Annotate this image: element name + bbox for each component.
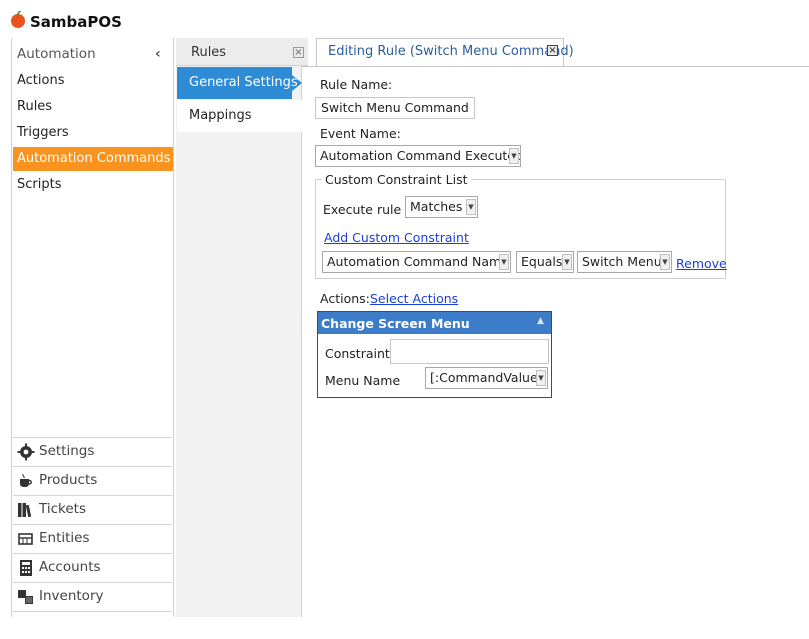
chevron-down-icon: ▼: [536, 370, 546, 386]
chevron-down-icon: ▼: [499, 254, 509, 270]
calculator-icon: [20, 560, 32, 576]
chevron-down-icon: ▼: [466, 199, 476, 215]
rules-tab-label: Rules: [191, 45, 227, 60]
general-settings-label: General Settings: [189, 75, 298, 90]
event-name-value: Automation Command Executed: [320, 148, 521, 163]
execute-rule-value: Matches: [410, 199, 463, 214]
nav-item-automation-commands[interactable]: Automation Commands: [13, 147, 173, 171]
constraint-operator-select[interactable]: Equals ▼: [516, 251, 574, 273]
select-actions-link[interactable]: Select Actions: [370, 291, 458, 306]
tab-strip-border: [302, 66, 809, 67]
nav-item-triggers[interactable]: Triggers: [13, 121, 173, 145]
remove-constraint-link[interactable]: Remove: [676, 256, 727, 271]
collapse-up-icon[interactable]: ▲: [537, 316, 544, 326]
module-inventory[interactable]: Inventory: [13, 582, 172, 610]
constraint-field-select[interactable]: Automation Command Name ▼: [322, 251, 511, 273]
module-label: Accounts: [39, 559, 101, 575]
menu-name-value: [:CommandValue]: [430, 370, 543, 385]
collapse-chevron-icon[interactable]: ‹: [155, 46, 165, 62]
menu-name-select[interactable]: [:CommandValue] ▼: [425, 367, 548, 389]
module-accounts[interactable]: Accounts: [13, 553, 172, 581]
module-entities[interactable]: Entities: [13, 524, 172, 552]
constraint-field-value: Automation Command Name: [327, 254, 509, 269]
module-label: Entities: [39, 530, 90, 546]
action-card-title: Change Screen Menu: [321, 316, 470, 331]
constraint-value-select[interactable]: Switch Menu ▼: [577, 251, 672, 273]
module-divider: [13, 611, 172, 639]
event-name-label: Event Name:: [320, 126, 401, 141]
actions-label: Actions:: [320, 291, 370, 306]
chevron-down-icon: ▼: [509, 148, 519, 164]
module-settings[interactable]: Settings: [13, 437, 172, 465]
event-name-select[interactable]: Automation Command Executed ▼: [315, 145, 521, 167]
action-constraint-label: Constraint:: [325, 346, 395, 361]
chevron-down-icon: ▼: [660, 254, 670, 270]
execute-rule-select[interactable]: Matches ▼: [405, 196, 478, 218]
add-custom-constraint-link[interactable]: Add Custom Constraint: [324, 230, 469, 245]
nav-item-scripts[interactable]: Scripts: [13, 173, 173, 197]
module-label: Settings: [39, 443, 95, 459]
boxes-icon: [18, 590, 33, 604]
gear-icon: [17, 443, 35, 461]
sambapos-logo-icon: [11, 11, 25, 28]
app-name: SambaPOS: [30, 13, 122, 31]
custom-constraint-list-title: Custom Constraint List: [322, 172, 471, 187]
books-icon: [18, 503, 32, 518]
constraint-operator-value: Equals: [521, 254, 563, 269]
module-products[interactable]: Products: [13, 466, 172, 494]
editing-rule-tab-label: Editing Rule (Switch Menu Command): [328, 44, 574, 59]
close-rules-tab-icon[interactable]: ×: [293, 47, 304, 58]
menu-name-label: Menu Name: [325, 373, 401, 388]
rule-name-input[interactable]: Switch Menu Command: [315, 97, 475, 119]
module-tickets[interactable]: Tickets: [13, 495, 172, 523]
chevron-down-icon: ▼: [562, 254, 572, 270]
module-label: Products: [39, 472, 98, 488]
rule-name-label: Rule Name:: [320, 77, 393, 92]
mappings-label: Mappings: [189, 108, 252, 123]
nav-section-title: Automation: [17, 46, 96, 62]
execute-rule-label: Execute rule if: [323, 202, 414, 217]
nav-item-actions[interactable]: Actions: [13, 69, 173, 93]
cup-icon: [20, 473, 32, 487]
module-label: Tickets: [39, 501, 86, 517]
constraint-value: Switch Menu: [582, 254, 662, 269]
module-label: Inventory: [39, 588, 104, 604]
action-constraint-input[interactable]: [390, 339, 549, 364]
close-editor-tab-icon[interactable]: ×: [547, 45, 558, 56]
nav-item-rules[interactable]: Rules: [13, 95, 173, 119]
table-icon: [18, 533, 33, 545]
